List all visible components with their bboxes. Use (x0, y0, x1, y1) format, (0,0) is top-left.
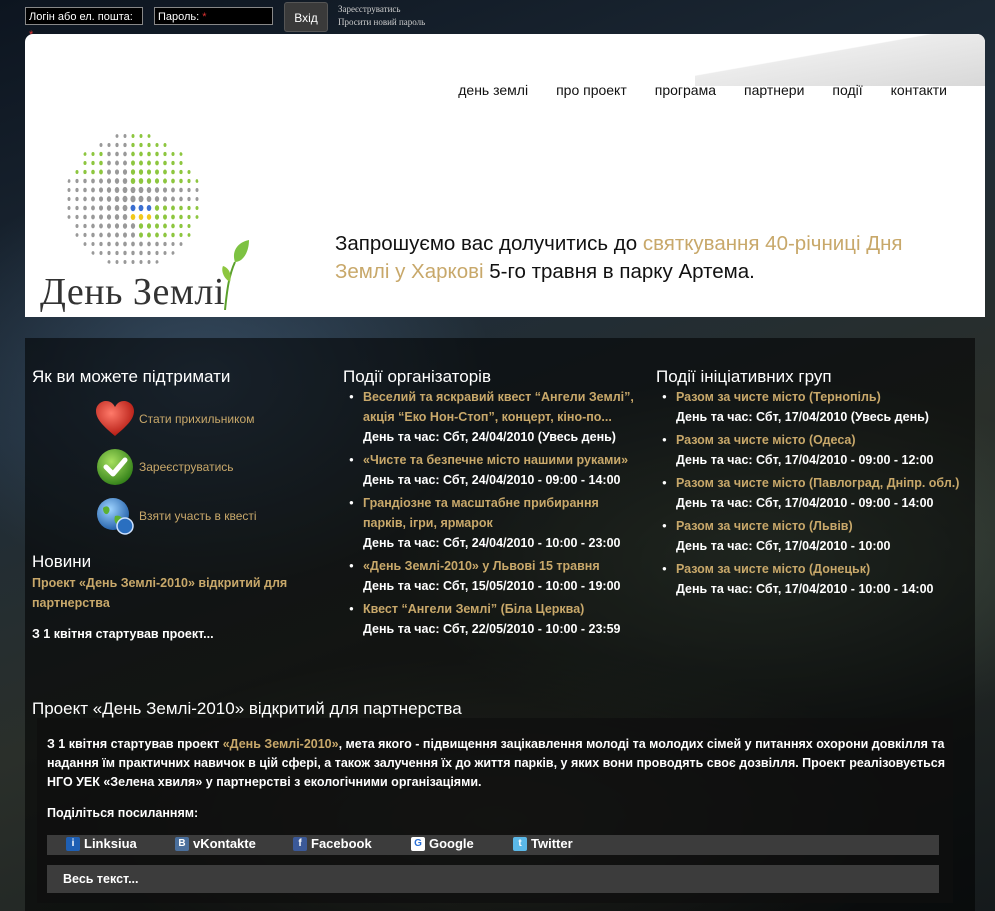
event-date: День та час: Сбт, 24/04/2010 - 10:00 - 2… (363, 536, 621, 550)
event-date: День та час: Сбт, 15/05/2010 - 10:00 - 1… (363, 579, 621, 593)
group-events-list: Разом за чисте місто (Тернопіль) День та… (660, 387, 960, 599)
event-link[interactable]: «День Землі-2010» у Львові 15 травня (347, 556, 637, 576)
news-item-teaser[interactable]: З 1 квітня стартував проект... (32, 627, 214, 641)
logo-globe-icon[interactable] (63, 130, 203, 270)
article-title[interactable]: Проект «День Землі-2010» відкритий для п… (32, 699, 462, 719)
support-item-label: Взяти участь в квесті (139, 509, 257, 523)
event-link[interactable]: «Чисте та безпечне місто нашими руками» (347, 450, 637, 470)
event-link[interactable]: Разом за чисте місто (Тернопіль) (660, 387, 960, 407)
nav-item-earth-day[interactable]: день землі (458, 82, 528, 98)
login-bar: Логін або ел. пошта: * Пароль: * Вхід За… (0, 0, 995, 41)
share-twitter[interactable]: t Twitter (513, 836, 573, 851)
support-item-become-supporter[interactable]: Стати прихильником (95, 400, 254, 438)
share-label-text: vKontakte (193, 836, 256, 851)
logo-text[interactable]: День Землі (40, 270, 225, 314)
org-events-list: Веселий та яскравий квест “Ангели Землі”… (347, 387, 637, 639)
twitter-icon: t (513, 836, 527, 851)
login-field[interactable]: Логін або ел. пошта: * (25, 7, 143, 41)
event-date: День та час: Сбт, 17/04/2010 - 10:00 - 1… (676, 582, 934, 596)
news-title: Новини (32, 552, 92, 571)
event-link[interactable]: Грандіозне та масштабне прибирання паркі… (347, 493, 637, 533)
event-link[interactable]: Разом за чисте місто (Одеса) (660, 430, 960, 450)
password-field-placeholder: Пароль: (158, 11, 200, 23)
register-link[interactable]: Зареєструватись (338, 3, 425, 16)
heart-icon (96, 401, 134, 436)
article-body: З 1 квітня стартував проект «День Землі-… (47, 735, 947, 792)
checkmark-icon (97, 449, 133, 485)
facebook-icon: f (293, 836, 307, 851)
globe-icon (97, 498, 134, 535)
share-facebook[interactable]: f Facebook (293, 836, 372, 851)
share-google[interactable]: G Google (411, 836, 474, 851)
event-link[interactable]: Разом за чисте місто (Павлоград, Дніпр. … (660, 473, 960, 493)
login-field-placeholder: Логін або ел. пошта: (29, 11, 133, 23)
share-linksiua[interactable]: i Linksiua (66, 836, 137, 851)
nav-item-about[interactable]: про проект (556, 82, 627, 98)
event-date: День та час: Сбт, 17/04/2010 (Увесь день… (676, 410, 929, 424)
event-date: День та час: Сбт, 17/04/2010 - 10:00 (676, 539, 891, 553)
support-item-join-quest[interactable]: Взяти участь в квесті (95, 496, 257, 536)
login-button[interactable]: Вхід (284, 2, 328, 32)
password-field[interactable]: Пароль: * (154, 7, 273, 25)
event-link[interactable]: Разом за чисте місто (Львів) (660, 516, 960, 536)
info-icon: i (66, 836, 80, 851)
nav-item-contacts[interactable]: контакти (891, 82, 947, 98)
google-icon: G (411, 836, 425, 851)
event-date: День та час: Сбт, 17/04/2010 - 09:00 - 1… (676, 453, 934, 467)
share-vkontakte[interactable]: B vKontakte (175, 836, 256, 851)
event-date: День та час: Сбт, 24/04/2010 (Увесь день… (363, 430, 616, 444)
site-header: день землі про проект програма партнери … (25, 34, 985, 317)
event-link[interactable]: Разом за чисте місто (Донецьк) (660, 559, 960, 579)
event-link[interactable]: Веселий та яскравий квест “Ангели Землі”… (347, 387, 637, 427)
vkontakte-icon: B (175, 836, 189, 851)
support-item-register[interactable]: Зареєструватись (95, 448, 234, 486)
event-date: День та час: Сбт, 17/04/2010 - 09:00 - 1… (676, 496, 934, 510)
nav-item-program[interactable]: програма (655, 82, 716, 98)
event-date: День та час: Сбт, 22/05/2010 - 10:00 - 2… (363, 622, 621, 636)
support-item-label: Зареєструватись (139, 460, 234, 474)
article-project-link[interactable]: «День Землі-2010» (223, 737, 339, 751)
org-events-title: Події організаторів (343, 367, 491, 386)
support-item-label: Стати прихильником (139, 412, 255, 426)
forgot-password-link[interactable]: Просити новий пароль (338, 16, 425, 29)
intro-part-1: Запрошуємо вас долучитись до (335, 232, 643, 255)
article-body-start: З 1 квітня стартував проект (47, 737, 223, 751)
main-nav: день землі про проект програма партнери … (458, 82, 947, 98)
header-swoosh (695, 34, 985, 86)
news-item-link[interactable]: Проект «День Землі-2010» відкритий для п… (32, 573, 322, 613)
intro-text: Запрошуємо вас долучитись до святкування… (335, 230, 955, 286)
event-date: День та час: Сбт, 24/04/2010 - 09:00 - 1… (363, 473, 621, 487)
required-mark: * (202, 11, 207, 23)
event-link[interactable]: Квест “Ангели Землі” (Біла Церква) (347, 599, 637, 619)
nav-item-events[interactable]: події (832, 82, 862, 98)
support-title: Як ви можете підтримати (32, 367, 231, 386)
intro-part-2: 5-го травня в парку Артема. (483, 260, 755, 283)
share-label-text: Google (429, 836, 474, 851)
leaf-icon (222, 240, 249, 310)
share-label-text: Facebook (311, 836, 372, 851)
read-more-button[interactable]: Весь текст... (47, 865, 939, 893)
share-label-text: Twitter (531, 836, 573, 851)
group-events-title: Події ініціативних груп (656, 367, 832, 386)
share-label: Поділіться посиланням: (47, 806, 199, 820)
share-label-text: Linksiua (84, 836, 137, 851)
nav-item-partners[interactable]: партнери (744, 82, 804, 98)
